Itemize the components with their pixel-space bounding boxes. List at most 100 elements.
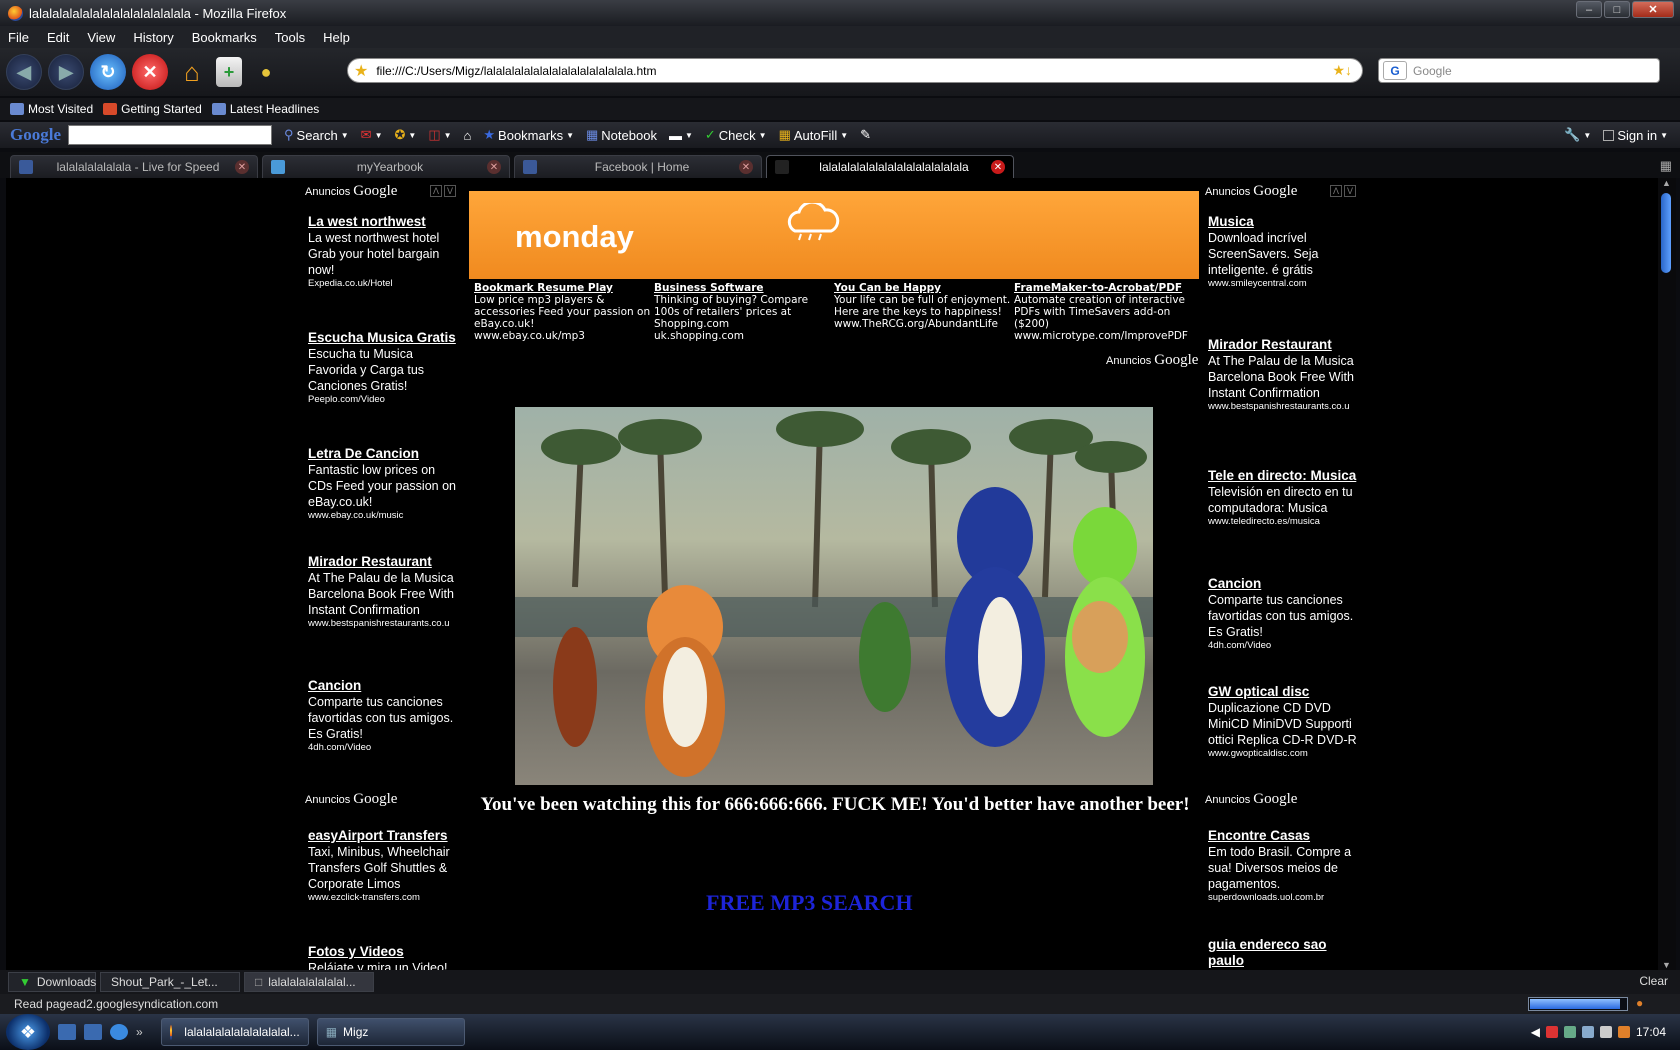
tray-app-icon[interactable] — [1563, 1026, 1576, 1038]
ad-title[interactable]: Cancion — [308, 678, 458, 694]
minimize-button[interactable]: – — [1576, 1, 1602, 18]
google-toolbar-search-input[interactable] — [68, 125, 272, 145]
gmail-button[interactable]: ✉ ▼ — [361, 127, 383, 143]
forward-button[interactable]: ▶ — [48, 54, 84, 90]
tab-facebook[interactable]: Facebook | Home ✕ — [514, 155, 762, 178]
reload-button[interactable]: ↻ — [90, 54, 126, 90]
notebook-button[interactable]: ▦ Notebook — [586, 127, 657, 143]
downloads-button[interactable]: ▼ Downloads — [8, 972, 96, 992]
link-unit-2[interactable]: Business Software Thinking of buying? Com… — [654, 282, 832, 342]
right-ad-4[interactable]: Cancion Comparte tus canciones favortidas… — [1208, 576, 1358, 652]
bookmark-getting-started[interactable]: Getting Started — [103, 102, 202, 116]
address-bar[interactable]: ★ file:///C:/Users/Migz/lalalalalalalala… — [347, 58, 1363, 83]
dancing-mascots-video[interactable] — [515, 407, 1153, 785]
antivirus-tray-icon[interactable] — [1545, 1026, 1558, 1038]
ad-title[interactable]: easyAirport Transfers — [308, 828, 458, 844]
link-unit-3[interactable]: You Can be Happy Your life can be full of… — [834, 282, 1012, 330]
right-ad-5[interactable]: GW optical disc Duplicazione CD DVD MiniC… — [1208, 684, 1358, 760]
link-unit-1[interactable]: Bookmark Resume Play Low price mp3 player… — [474, 282, 652, 342]
send-to-button[interactable]: ◫ ▼ — [428, 127, 451, 143]
taskbar-migz-window[interactable]: ▦ Migz — [316, 1018, 465, 1046]
link-unit-title[interactable]: Business Software — [654, 282, 832, 294]
search-box[interactable]: G Google — [1378, 58, 1660, 83]
ad-title[interactable]: Tele en directo: Musica — [1208, 468, 1358, 484]
maximize-button[interactable]: □ — [1604, 1, 1630, 18]
show-desktop-icon[interactable] — [58, 1024, 76, 1040]
ads-by-google-center[interactable]: Anuncios Google — [1106, 352, 1198, 369]
left-ad-4[interactable]: Mirador Restaurant At The Palau de la Mus… — [308, 554, 458, 630]
bookmark-most-visited[interactable]: Most Visited — [10, 102, 93, 116]
menu-view[interactable]: View — [87, 30, 115, 45]
clock[interactable]: 17:04 — [1636, 1025, 1666, 1039]
left-ad-2[interactable]: Escucha Musica Gratis Escucha tu Musica F… — [308, 330, 458, 406]
sign-in-button[interactable]: Sign in ▼ — [1603, 128, 1668, 143]
download-item-shout-park[interactable]: Shout_Park_-_Let... — [100, 972, 240, 992]
tab-live-for-speed[interactable]: lalalalalalalala - Live for Speed ✕ — [10, 155, 258, 178]
menu-bookmarks[interactable]: Bookmarks — [192, 30, 257, 45]
close-window-button[interactable]: ✕ — [1632, 1, 1674, 18]
pagerank-button[interactable]: ⌂ — [464, 128, 472, 143]
clear-downloads-button[interactable]: Clear — [1639, 974, 1668, 988]
tab-myyearbook[interactable]: myYearbook ✕ — [262, 155, 510, 178]
start-button[interactable]: ❖ — [6, 1014, 50, 1050]
menu-file[interactable]: File — [8, 30, 29, 45]
right-ad-1[interactable]: Musica Download incrível ScreenSavers. Se… — [1208, 214, 1358, 290]
security-addon-button[interactable]: + — [216, 57, 242, 87]
switch-windows-icon[interactable] — [84, 1024, 102, 1040]
close-tab-icon[interactable]: ✕ — [739, 160, 753, 174]
stop-button[interactable]: ✕ — [132, 54, 168, 90]
ad-title[interactable]: GW optical disc — [1208, 684, 1358, 700]
popup-blocker-button[interactable]: ✪ ▼ — [394, 127, 416, 143]
menu-edit[interactable]: Edit — [47, 30, 69, 45]
ad-title[interactable]: La west northwest — [308, 214, 458, 230]
weather-banner[interactable]: monday — [469, 191, 1199, 279]
right-ad-3[interactable]: Tele en directo: Musica Televisión en dir… — [1208, 468, 1358, 528]
vertical-scrollbar[interactable]: ▲ ▼ — [1658, 178, 1676, 970]
bookmark-latest-headlines[interactable]: Latest Headlines — [211, 102, 319, 116]
back-button[interactable]: ◀ — [6, 54, 42, 90]
taskbar-firefox-window[interactable]: lalalalalalalalalalalal... — [160, 1018, 309, 1046]
ads-by-google-left-2[interactable]: Anuncios Google — [305, 791, 397, 808]
scrollbar-thumb[interactable] — [1661, 193, 1671, 273]
autofill-button[interactable]: ▦ AutoFill ▼ — [779, 127, 849, 143]
network-tray-icon[interactable] — [1581, 1026, 1594, 1038]
ads-by-google-left[interactable]: Anuncios Google — [305, 183, 397, 200]
site-identity-icon[interactable]: ★ — [354, 61, 368, 81]
bookmark-star-icon[interactable]: ★↓ — [1332, 62, 1352, 79]
tray-expand-icon[interactable]: ◀ — [1531, 1025, 1540, 1039]
right-ad-2[interactable]: Mirador Restaurant At The Palau de la Mus… — [1208, 337, 1358, 413]
ad-title[interactable]: Cancion — [1208, 576, 1358, 592]
addon-button[interactable]: ● — [248, 54, 284, 90]
left-ad-5[interactable]: Cancion Comparte tus canciones favortidas… — [308, 678, 458, 754]
free-mp3-search-link[interactable]: FREE MP3 SEARCH — [706, 890, 913, 916]
ads-by-google-right-2[interactable]: Anuncios Google — [1205, 791, 1297, 808]
scroll-down-icon[interactable]: ▼ — [1662, 960, 1671, 970]
menu-history[interactable]: History — [133, 30, 173, 45]
ad-title[interactable]: Letra De Cancion — [308, 446, 458, 462]
highlight-button[interactable]: ▬ ▼ — [669, 128, 693, 143]
ad-title[interactable]: Mirador Restaurant — [308, 554, 458, 570]
link-unit-title[interactable]: FrameMaker-to-Acrobat/PDF — [1014, 282, 1192, 294]
left-ad-7[interactable]: Fotos y Videos Relájate y mira un Video! — [308, 944, 458, 970]
ad-title[interactable]: Encontre Casas — [1208, 828, 1358, 844]
volume-tray-icon[interactable] — [1599, 1026, 1612, 1038]
firefox-status-icon[interactable]: ● — [1636, 996, 1643, 1010]
ad-title[interactable]: guia endereco sao paulo — [1208, 937, 1358, 969]
left-ad-1[interactable]: La west northwest La west northwest hotel… — [308, 214, 458, 290]
home-button[interactable]: ⌂ — [174, 54, 210, 90]
google-bookmarks-button[interactable]: ★ Bookmarks ▼ — [483, 127, 574, 143]
close-tab-icon[interactable]: ✕ — [991, 160, 1005, 174]
ad-title[interactable]: Musica — [1208, 214, 1358, 230]
google-search-button[interactable]: ⚲ Search ▼ — [284, 127, 349, 143]
ad-nav-arrows-left[interactable]: ΛV — [430, 185, 456, 197]
tab-lalala[interactable]: lalalalalalalalalalalalalalalala ✕ — [766, 155, 1014, 178]
download-item-lalala[interactable]: □ lalalalalalalalal... — [244, 972, 374, 992]
spellcheck-button[interactable]: ✓ Check ▼ — [705, 127, 767, 143]
url-text[interactable]: file:///C:/Users/Migz/lalalalalalalalala… — [376, 64, 1332, 78]
up-arrow-icon[interactable]: Λ — [1330, 185, 1342, 197]
ad-title[interactable]: Fotos y Videos — [308, 944, 458, 960]
ads-by-google-right[interactable]: Anuncios Google — [1205, 183, 1297, 200]
right-ad-7[interactable]: guia endereco sao paulo — [1208, 937, 1358, 969]
scroll-up-icon[interactable]: ▲ — [1662, 178, 1671, 188]
right-ad-6[interactable]: Encontre Casas Em todo Brasil. Compre a s… — [1208, 828, 1358, 904]
